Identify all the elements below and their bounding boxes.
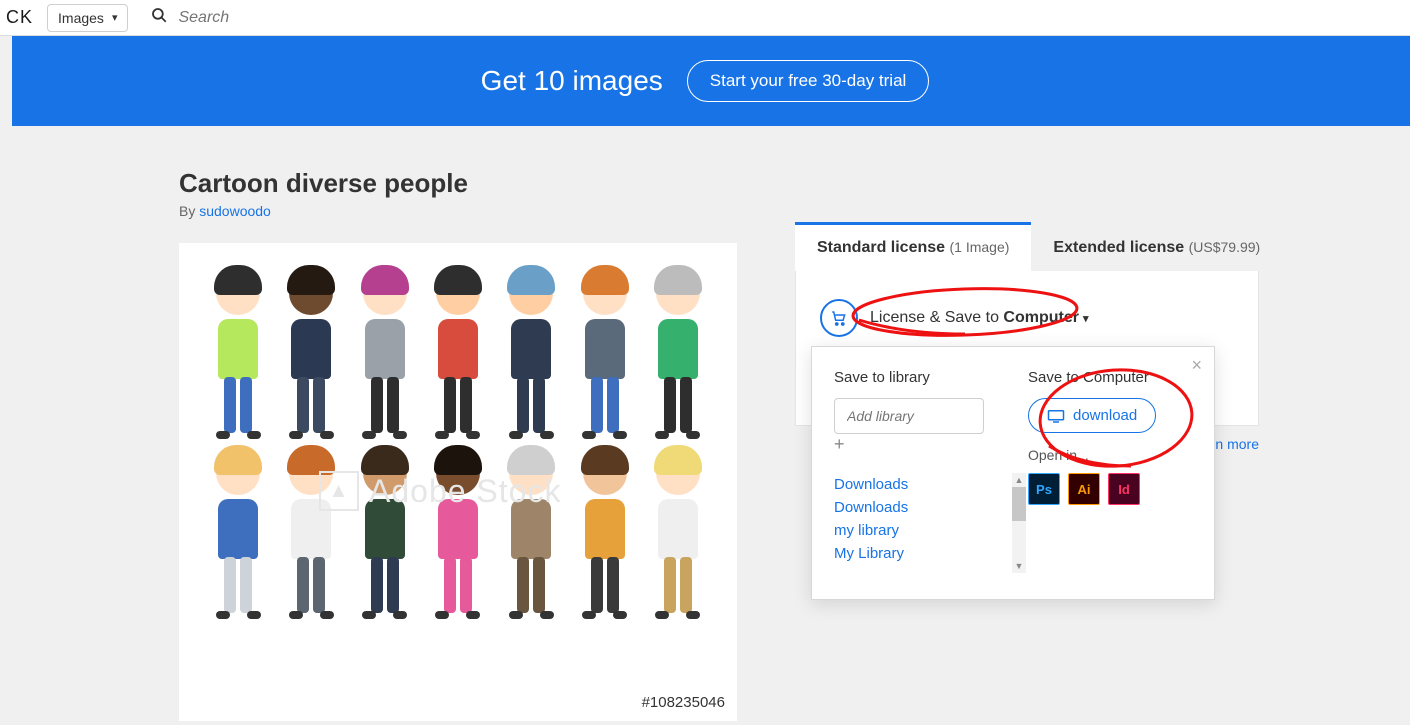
watermark-logo-icon: ▲ xyxy=(319,471,359,511)
add-library-button[interactable]: + xyxy=(834,434,845,454)
search-wrap xyxy=(128,6,1410,29)
tab-extended-license[interactable]: Extended license (US$79.99) xyxy=(1031,222,1282,271)
banner-text: Get 10 images xyxy=(481,65,663,97)
app-photoshop[interactable]: Ps xyxy=(1028,473,1060,505)
brand-logo: CK xyxy=(0,7,47,28)
library-item[interactable]: Downloads xyxy=(834,496,1026,519)
save-popup: × Save to library + DownloadsDownloadsmy… xyxy=(811,346,1215,600)
asset-id: #108235046 xyxy=(642,694,725,711)
license-destination-dropdown[interactable]: Computer▾ xyxy=(1003,309,1088,327)
library-item[interactable]: My Library xyxy=(834,542,1026,565)
cartoon-person xyxy=(502,271,560,441)
tab-standard-license[interactable]: Standard license (1 Image) xyxy=(795,222,1031,271)
cartoon-person xyxy=(282,271,340,441)
save-to-library-col: Save to library + DownloadsDownloadsmy l… xyxy=(834,369,998,573)
left-col: Cartoon diverse people By sudowoodo xyxy=(179,168,737,721)
scroll-thumb[interactable] xyxy=(1012,487,1026,521)
license-text[interactable]: License & Save to Computer▾ xyxy=(870,309,1089,327)
people-row-1 xyxy=(179,243,737,441)
cartoon-person xyxy=(576,451,634,621)
scrollbar[interactable]: ▲ ▼ xyxy=(1012,473,1026,573)
asset-title: Cartoon diverse people xyxy=(179,168,737,199)
monitor-icon xyxy=(1047,409,1065,423)
open-in-label: Open in... xyxy=(1028,447,1192,463)
topbar: CK Images ▾ xyxy=(0,0,1410,36)
add-library-input[interactable] xyxy=(834,398,984,434)
cartoon-person xyxy=(576,271,634,441)
scroll-up-icon[interactable]: ▲ xyxy=(1012,473,1026,487)
learn-more-link[interactable]: n more xyxy=(1215,436,1259,452)
cartoon-person xyxy=(429,271,487,441)
library-items: DownloadsDownloadsmy libraryMy Library xyxy=(834,473,1026,565)
category-label: Images xyxy=(58,10,104,26)
library-item[interactable]: my library xyxy=(834,519,1026,542)
license-tabs: Standard license (1 Image) Extended lice… xyxy=(795,222,1259,271)
cartoon-person xyxy=(649,451,707,621)
banner-notch xyxy=(0,36,12,126)
save-to-computer-title: Save to Computer xyxy=(1028,369,1192,386)
close-icon[interactable]: × xyxy=(1191,355,1202,376)
byline: By sudowoodo xyxy=(179,203,737,219)
promo-banner: Get 10 images Start your free 30-day tri… xyxy=(0,36,1410,126)
chevron-down-icon: ▾ xyxy=(1083,312,1089,325)
right-col: Standard license (1 Image) Extended lice… xyxy=(795,222,1259,721)
cartoon-person xyxy=(209,451,267,621)
license-cart-button[interactable] xyxy=(820,299,858,337)
author-link[interactable]: sudowoodo xyxy=(199,203,271,219)
download-button[interactable]: download xyxy=(1028,398,1156,433)
cartoon-person xyxy=(356,271,414,441)
search-input[interactable] xyxy=(178,9,1410,27)
search-icon xyxy=(150,6,168,29)
chevron-down-icon: ▾ xyxy=(112,11,118,24)
app-illustrator[interactable]: Ai xyxy=(1068,473,1100,505)
library-item[interactable]: Downloads xyxy=(834,473,1026,496)
asset-preview[interactable]: ▲ Adobe Stock #108235046 xyxy=(179,243,737,721)
save-to-computer-col: Save to Computer download Open in... Ps … xyxy=(1028,369,1192,573)
library-list[interactable]: DownloadsDownloadsmy libraryMy Library ▲… xyxy=(834,473,1026,573)
license-action-row: License & Save to Computer▾ xyxy=(820,299,1234,337)
category-dropdown[interactable]: Images ▾ xyxy=(47,4,128,32)
save-to-library-title: Save to library xyxy=(834,369,998,386)
cartoon-person xyxy=(209,271,267,441)
scroll-down-icon[interactable]: ▼ xyxy=(1012,559,1026,573)
content: Cartoon diverse people By sudowoodo xyxy=(0,126,1410,721)
watermark: ▲ Adobe Stock xyxy=(319,471,561,511)
open-in-apps: Ps Ai Id xyxy=(1028,473,1192,505)
app-indesign[interactable]: Id xyxy=(1108,473,1140,505)
people-row-2 xyxy=(179,441,737,621)
cartoon-person xyxy=(649,271,707,441)
start-trial-button[interactable]: Start your free 30-day trial xyxy=(687,60,930,102)
